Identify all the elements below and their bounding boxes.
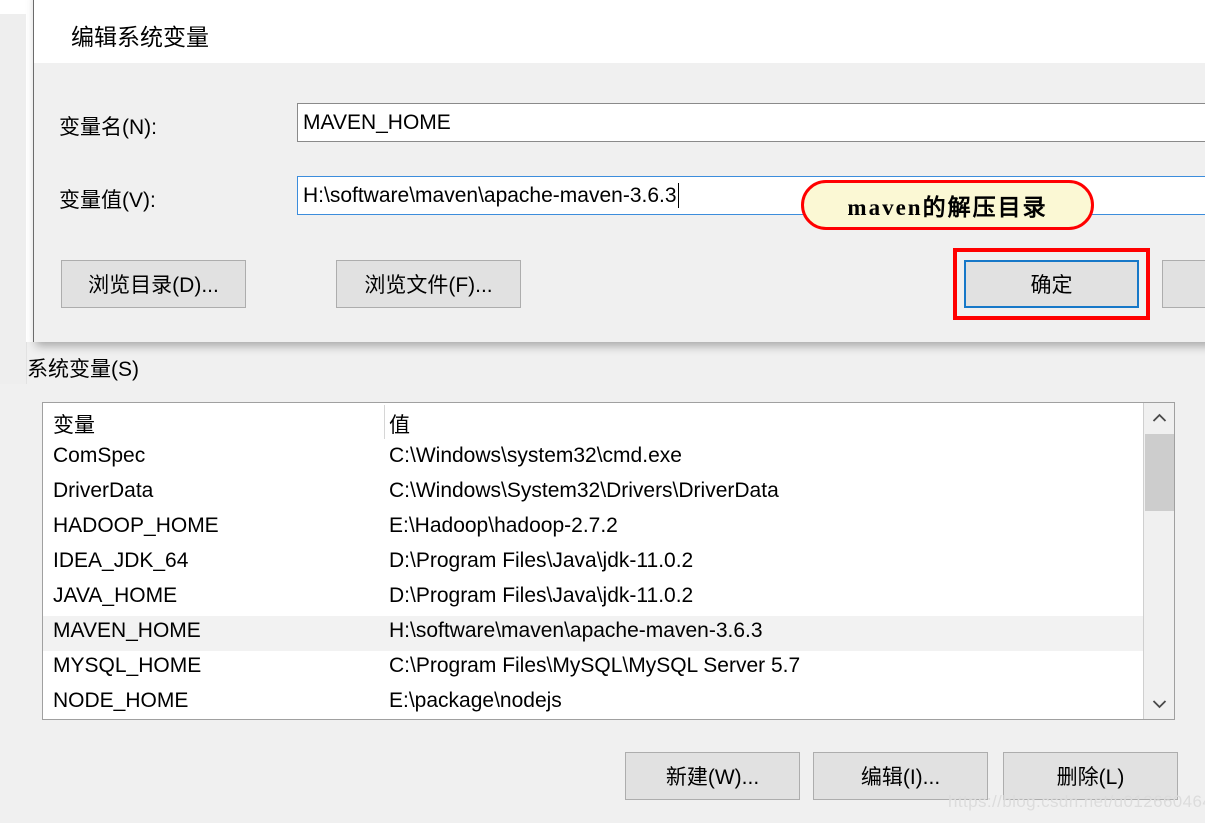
- cell-variable-value: C:\Program Files\MySQL\MySQL Server 5.7: [389, 654, 801, 677]
- system-variables-label: 系统变量(S): [27, 358, 139, 381]
- cell-variable-value: E:\Hadoop\hadoop-2.7.2: [389, 514, 618, 537]
- cell-variable-value: H:\software\maven\apache-maven-3.6.3: [389, 619, 763, 642]
- chevron-up-icon[interactable]: [1144, 403, 1174, 433]
- variable-value-label: 变量值(V):: [59, 189, 156, 212]
- variable-name-input[interactable]: MAVEN_HOME: [297, 103, 1205, 142]
- cell-variable-value: C:\Windows\system32\cmd.exe: [389, 444, 682, 467]
- cell-variable-value: D:\Program Files\Java\jdk-11.0.2: [389, 584, 694, 607]
- table-row-selected[interactable]: MAVEN_HOME H:\software\maven\apache-mave…: [43, 616, 1174, 651]
- variable-name-label: 变量名(N):: [59, 116, 157, 139]
- cell-variable-name: MAVEN_HOME: [53, 619, 201, 642]
- cell-variable-value: C:\Windows\System32\Drivers\DriverData: [389, 479, 779, 502]
- callout-text: maven的解压目录: [847, 195, 1048, 220]
- cell-variable-name: JAVA_HOME: [53, 584, 178, 607]
- table-header: 变量 值: [43, 403, 1174, 441]
- ok-button[interactable]: 确定: [964, 260, 1139, 308]
- variable-name-input-value: MAVEN_HOME: [303, 110, 451, 134]
- dialog-title: 编辑系统变量: [71, 24, 209, 50]
- cell-variable-name: HADOOP_HOME: [53, 514, 219, 537]
- cell-variable-name: ComSpec: [53, 444, 146, 467]
- browse-file-button[interactable]: 浏览文件(F)...: [336, 260, 521, 308]
- list-vertical-scrollbar[interactable]: [1143, 403, 1174, 719]
- cell-variable-name: IDEA_JDK_64: [53, 549, 189, 572]
- dialog-header: 编辑系统变量: [34, 0, 1205, 63]
- browse-directory-button[interactable]: 浏览目录(D)...: [61, 260, 246, 308]
- table-row[interactable]: JAVA_HOME D:\Program Files\Java\jdk-11.0…: [43, 581, 1174, 616]
- column-header-value[interactable]: 值: [389, 409, 410, 439]
- table-row[interactable]: HADOOP_HOME E:\Hadoop\hadoop-2.7.2: [43, 511, 1174, 546]
- watermark: https://blog.csdn.net/u012660464: [948, 792, 1205, 811]
- table-rows: ComSpec C:\Windows\system32\cmd.exe Driv…: [43, 441, 1174, 719]
- table-row[interactable]: IDEA_JDK_64 D:\Program Files\Java\jdk-11…: [43, 546, 1174, 581]
- text-cursor: [677, 183, 679, 208]
- cell-variable-value: E:\package\nodejs: [389, 689, 562, 712]
- column-header-variable[interactable]: 变量: [53, 409, 95, 439]
- cancel-button[interactable]: 取: [1162, 260, 1205, 308]
- edit-system-variable-dialog: 编辑系统变量 变量名(N): MAVEN_HOME 变量值(V): H:\sof…: [33, 0, 1205, 342]
- cell-variable-name: NODE_HOME: [53, 689, 189, 712]
- chevron-down-icon[interactable]: [1144, 689, 1174, 719]
- cell-variable-name: DriverData: [53, 479, 154, 502]
- system-variables-list[interactable]: 变量 值 ComSpec C:\Windows\system32\cmd.exe…: [42, 402, 1175, 720]
- cell-variable-value: D:\Program Files\Java\jdk-11.0.2: [389, 549, 694, 572]
- table-row[interactable]: MYSQL_HOME C:\Program Files\MySQL\MySQL …: [43, 651, 1174, 686]
- table-row[interactable]: NODE_HOME E:\package\nodejs: [43, 686, 1174, 719]
- column-separator: [384, 405, 385, 439]
- scrollbar-thumb[interactable]: [1145, 434, 1174, 511]
- maven-directory-callout: maven的解压目录: [801, 180, 1094, 230]
- variable-value-input-value: H:\software\maven\apache-maven-3.6.3: [303, 183, 677, 207]
- new-variable-button[interactable]: 新建(W)...: [625, 752, 800, 800]
- table-row[interactable]: DriverData C:\Windows\System32\Drivers\D…: [43, 476, 1174, 511]
- window-left-strip: [0, 14, 27, 384]
- table-row[interactable]: ComSpec C:\Windows\system32\cmd.exe: [43, 441, 1174, 476]
- cell-variable-name: MYSQL_HOME: [53, 654, 202, 677]
